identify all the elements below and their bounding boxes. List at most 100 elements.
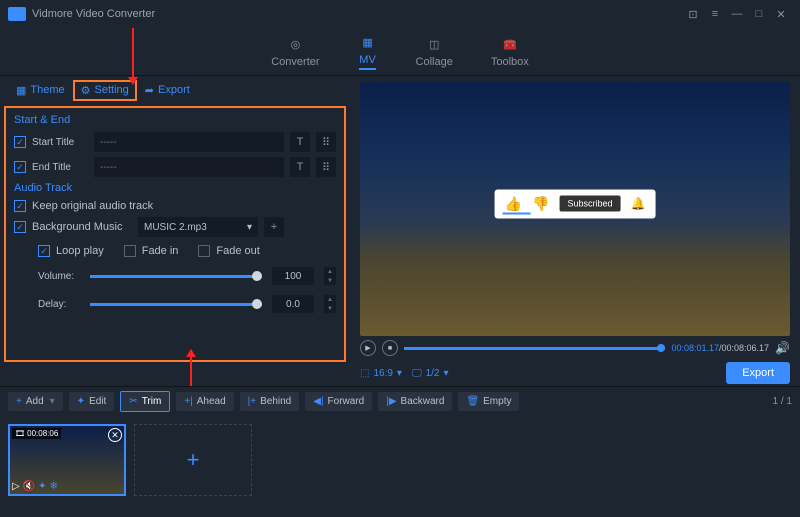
- clip-duration: 🎞00:08:06: [12, 428, 61, 439]
- tab-collage[interactable]: ◫ Collage: [416, 36, 453, 68]
- fadeout-label: Fade out: [216, 245, 259, 257]
- end-title-checkbox[interactable]: [14, 161, 26, 173]
- loop-label: Loop play: [56, 245, 104, 257]
- play-button[interactable]: ▶: [360, 340, 376, 356]
- delay-slider[interactable]: [90, 303, 262, 306]
- forward-button[interactable]: ◀| Forward: [305, 392, 372, 411]
- start-title-checkbox[interactable]: [14, 136, 26, 148]
- clip-duration-value: 00:08:06: [27, 429, 58, 438]
- mv-icon: ▦: [358, 34, 378, 52]
- volume-label: Volume:: [38, 271, 80, 282]
- keep-audio-label: Keep original audio track: [32, 200, 153, 212]
- end-title-label: End Title: [32, 162, 88, 173]
- monitor-icon: 🖵: [412, 368, 422, 379]
- grid-select-icon[interactable]: ⠿: [316, 132, 336, 152]
- stop-button[interactable]: ■: [382, 340, 398, 356]
- bell-icon: 🔔: [630, 197, 645, 211]
- tab-toolbox[interactable]: 🧰 Toolbox: [491, 36, 529, 68]
- volume-value: 100: [272, 267, 314, 285]
- aspect-ratio-select[interactable]: ⬚ 16:9 ▾: [360, 368, 402, 379]
- time-total: 00:08:06.17: [722, 343, 770, 353]
- fadein-checkbox[interactable]: [124, 245, 136, 257]
- edit-button[interactable]: ✦Edit: [69, 392, 115, 411]
- app-logo: [8, 7, 26, 21]
- gear-icon: ⚙: [81, 84, 91, 97]
- volume-spinner[interactable]: ▲▼: [324, 267, 336, 285]
- toolbox-icon: 🧰: [500, 36, 520, 54]
- add-button[interactable]: + Add ▾: [8, 392, 63, 411]
- scale-select[interactable]: 🖵 1/2 ▾: [412, 368, 449, 379]
- progress-bar[interactable]: [404, 347, 665, 350]
- star-icon: ✦: [38, 481, 46, 492]
- play-icon: ▷: [12, 481, 20, 492]
- export-button[interactable]: Export: [726, 362, 790, 384]
- ahead-button[interactable]: +|Ahead: [176, 392, 233, 411]
- empty-label: Empty: [483, 396, 511, 407]
- converter-icon: ◎: [285, 36, 305, 54]
- bg-music-label: Background Music: [32, 221, 132, 233]
- behind-button[interactable]: |+ Behind: [240, 392, 300, 411]
- bg-music-checkbox[interactable]: [14, 221, 26, 233]
- forward-icon: ◀|: [313, 396, 323, 407]
- minimize-icon[interactable]: —: [726, 4, 748, 24]
- backward-button[interactable]: |▶Backward: [378, 392, 452, 411]
- menu-icon[interactable]: ≡: [704, 4, 726, 24]
- volume-icon[interactable]: 🔊: [775, 341, 790, 355]
- scissors-icon: ✂: [129, 396, 137, 407]
- add-clip-button[interactable]: +: [134, 424, 252, 496]
- maximize-icon[interactable]: □: [748, 4, 770, 24]
- crop-icon: ⬚: [360, 368, 369, 379]
- tab-mv-label: MV: [359, 54, 376, 70]
- tab-toolbox-label: Toolbox: [491, 56, 529, 68]
- sparkle-icon: ❄: [50, 481, 58, 492]
- add-label: Add: [26, 396, 44, 407]
- fadeout-checkbox[interactable]: [198, 245, 210, 257]
- add-music-button[interactable]: +: [264, 217, 284, 237]
- fadein-label: Fade in: [142, 245, 179, 257]
- backward-label: Backward: [401, 396, 445, 407]
- behind-icon: |+: [248, 396, 256, 407]
- tab-collage-label: Collage: [416, 56, 453, 68]
- subtab-theme[interactable]: ▦ Theme: [8, 80, 73, 101]
- feedback-icon[interactable]: ⊡: [682, 4, 704, 24]
- empty-button[interactable]: 🗑Empty: [458, 392, 519, 411]
- start-title-label: Start Title: [32, 137, 88, 148]
- trim-button[interactable]: ✂Trim: [120, 391, 170, 412]
- behind-label: Behind: [260, 396, 291, 407]
- tab-converter[interactable]: ◎ Converter: [271, 36, 319, 68]
- export-icon: ➦: [145, 84, 154, 97]
- subscribe-overlay: 👍 👎 Subscribed 🔔: [495, 189, 656, 218]
- edit-label: Edit: [89, 396, 106, 407]
- subtab-export-label: Export: [158, 84, 190, 96]
- text-style-icon[interactable]: T: [290, 157, 310, 177]
- mute-icon: 🔇: [23, 481, 35, 492]
- settings-panel: Start & End Start Title T ⠿ End Title T …: [4, 106, 346, 362]
- clip-thumbnail[interactable]: 🎞00:08:06 ✕ ▷ 🔇 ✦ ❄: [8, 424, 126, 496]
- tab-mv[interactable]: ▦ MV: [358, 34, 378, 70]
- subtab-export[interactable]: ➦ Export: [137, 80, 198, 101]
- scale-value: 1/2: [426, 368, 440, 379]
- loop-checkbox[interactable]: [38, 245, 50, 257]
- preview-video: 👍 👎 Subscribed 🔔: [360, 82, 790, 336]
- grid-select-icon[interactable]: ⠿: [316, 157, 336, 177]
- keep-audio-checkbox[interactable]: [14, 200, 26, 212]
- text-style-icon[interactable]: T: [290, 132, 310, 152]
- subscribed-badge: Subscribed: [559, 196, 620, 212]
- delay-value: 0.0: [272, 295, 314, 313]
- start-end-title: Start & End: [14, 114, 336, 126]
- chevron-down-icon: ▾: [444, 368, 449, 379]
- start-title-input[interactable]: [94, 132, 284, 152]
- plus-icon: +: [16, 396, 22, 407]
- tab-converter-label: Converter: [271, 56, 319, 68]
- forward-label: Forward: [328, 396, 365, 407]
- time-current: 00:08:01.17: [671, 343, 719, 353]
- chevron-down-icon: ▾: [50, 396, 55, 407]
- thumb-down-icon: 👎: [532, 195, 549, 212]
- aspect-ratio-value: 16:9: [373, 368, 392, 379]
- clip-close-button[interactable]: ✕: [108, 428, 122, 442]
- close-icon[interactable]: ✕: [770, 4, 792, 24]
- delay-spinner[interactable]: ▲▼: [324, 295, 336, 313]
- end-title-input[interactable]: [94, 157, 284, 177]
- music-select[interactable]: MUSIC 2.mp3 ▾: [138, 217, 258, 237]
- volume-slider[interactable]: [90, 275, 262, 278]
